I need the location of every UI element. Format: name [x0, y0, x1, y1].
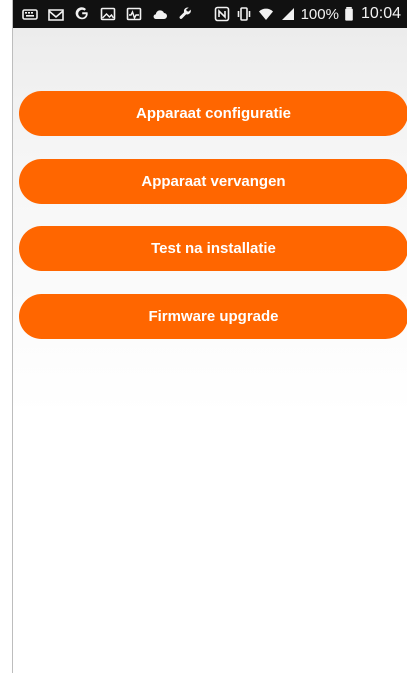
gallery-icon [99, 5, 117, 23]
apparaat-vervangen-button[interactable]: Apparaat vervangen [19, 159, 407, 204]
battery-icon [343, 5, 355, 23]
battery-percentage: 100% [300, 5, 339, 23]
test-na-installatie-label: Test na installatie [151, 240, 276, 257]
status-left-icons [21, 0, 195, 28]
activity-icon [125, 5, 143, 23]
app-frame: 100% 10:04 Apparaat configuratie Apparaa… [0, 0, 407, 673]
firmware-upgrade-button[interactable]: Firmware upgrade [19, 294, 407, 339]
firmware-upgrade-label: Firmware upgrade [148, 308, 279, 325]
gmail-icon [47, 5, 65, 23]
google-icon [73, 5, 91, 23]
main-content: Apparaat configuratie Apparaat vervangen… [13, 28, 407, 673]
clock: 10:04 [360, 5, 401, 22]
apparaat-configuratie-label: Apparaat configuratie [135, 105, 292, 122]
test-na-installatie-button[interactable]: Test na installatie [19, 226, 407, 271]
status-bar: 100% 10:04 [13, 0, 407, 28]
vibrate-icon [235, 5, 253, 23]
keyboard-icon [21, 5, 39, 23]
wrench-icon [177, 5, 195, 23]
apparaat-configuratie-button[interactable]: Apparaat configuratie [19, 91, 407, 136]
signal-icon [279, 5, 297, 23]
nfc-icon [213, 5, 231, 23]
wifi-icon [257, 5, 275, 23]
cloud-icon [151, 5, 169, 23]
status-right-icons: 100% 10:04 [213, 0, 401, 28]
apparaat-vervangen-label: Apparaat vervangen [141, 173, 286, 190]
